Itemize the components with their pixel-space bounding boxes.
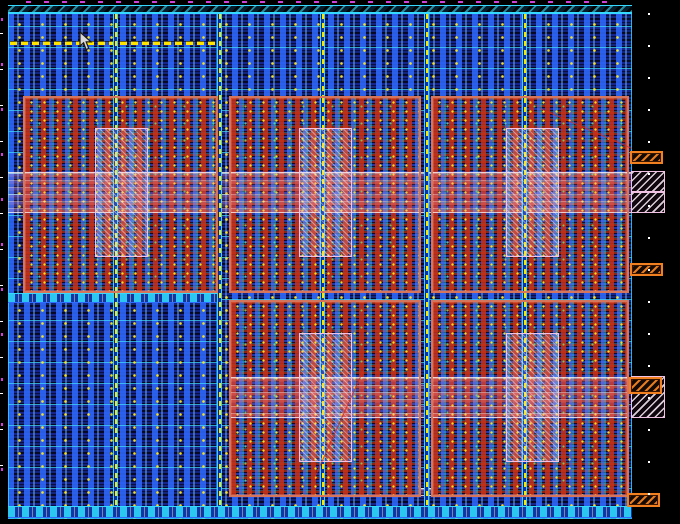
grid-dot xyxy=(648,269,650,271)
ruler-tick-top-magenta xyxy=(170,1,175,3)
pad-right-1[interactable] xyxy=(630,151,663,164)
macro-block-d[interactable] xyxy=(229,300,421,497)
ruler-tick-left-white xyxy=(0,465,3,466)
ruler-tick-left-magenta xyxy=(1,153,3,156)
overlay-cell[interactable] xyxy=(299,333,352,462)
ruler-tick-left-magenta xyxy=(1,378,3,381)
ruler-tick-top-magenta xyxy=(350,1,355,3)
ruler-tick-left-white xyxy=(0,393,3,394)
ruler-tick-left-magenta xyxy=(1,468,3,471)
grid-dot xyxy=(648,493,650,495)
ruler-tick-top-magenta xyxy=(242,1,247,3)
ruler-tick-left-white xyxy=(0,69,3,70)
ruler-tick-top-magenta xyxy=(548,1,553,3)
grid-dot xyxy=(648,77,650,79)
ruler-tick-top-magenta xyxy=(98,1,103,3)
ruler-tick-top-magenta xyxy=(278,1,283,3)
ruler-tick-top-magenta xyxy=(26,1,31,3)
ruler-tick-top-magenta xyxy=(80,1,85,3)
ruler-tick-left-white xyxy=(0,321,3,322)
pad-right-2b[interactable] xyxy=(631,192,665,213)
grid-dot xyxy=(648,429,650,431)
pad-right-3[interactable] xyxy=(630,263,663,276)
top-power-rail xyxy=(8,5,632,14)
grid-dot xyxy=(648,173,650,175)
bottom-power-rail xyxy=(8,506,632,518)
ruler-tick-left-magenta xyxy=(1,198,3,201)
macro-block-c[interactable] xyxy=(431,96,629,293)
ruler-tick-top-magenta xyxy=(62,1,67,3)
ruler-tick-top-magenta xyxy=(44,1,49,3)
layout-editor-canvas[interactable] xyxy=(0,0,680,524)
grid-dot xyxy=(648,205,650,207)
overlay-cell[interactable] xyxy=(95,128,148,257)
ruler-tick-top-magenta xyxy=(494,1,499,3)
ruler-tick-top-magenta xyxy=(476,1,481,3)
ruler-tick-top-magenta xyxy=(530,1,535,3)
ruler-tick-top-magenta xyxy=(134,1,139,3)
grid-dot xyxy=(648,461,650,463)
ruler-tick-left-white xyxy=(0,105,3,106)
ruler-tick-top-magenta xyxy=(368,1,373,3)
pad-right-5[interactable] xyxy=(627,493,660,507)
ruler-tick-left-white xyxy=(0,249,3,250)
ruler-tick-top-magenta xyxy=(404,1,409,3)
ruler-tick-top-magenta xyxy=(260,1,265,3)
ruler-tick-left-magenta xyxy=(1,63,3,66)
ruler-tick-left-white xyxy=(0,285,3,286)
ruler-tick-top-magenta xyxy=(512,1,517,3)
overlay-cell[interactable] xyxy=(506,128,559,257)
ruler-tick-top-magenta xyxy=(386,1,391,3)
chip-layout[interactable] xyxy=(8,5,632,519)
ruler-tick-top-magenta xyxy=(602,1,607,3)
ruler-tick-left-magenta xyxy=(1,108,3,111)
ruler-tick-top-magenta xyxy=(188,1,193,3)
ruler-tick-top-magenta xyxy=(440,1,445,3)
grid-dot xyxy=(648,45,650,47)
grid-dot xyxy=(648,109,650,111)
ruler-tick-left-white xyxy=(0,357,3,358)
ruler-tick-left-magenta xyxy=(1,243,3,246)
ruler-tick-top-magenta xyxy=(584,1,589,3)
ruler-tick-top-magenta xyxy=(152,1,157,3)
ruler-tick-top-magenta xyxy=(314,1,319,3)
grid-dot xyxy=(648,141,650,143)
macro-block-e[interactable] xyxy=(431,300,629,497)
ruler-tick-left-white xyxy=(0,33,3,34)
ruler-tick-left-magenta xyxy=(1,18,3,21)
ruler-tick-left-magenta xyxy=(1,288,3,291)
macro-block-b[interactable] xyxy=(229,96,421,293)
grid-dot xyxy=(648,237,650,239)
ruler-tick-left-white xyxy=(0,177,3,178)
ruler-tick-top-magenta xyxy=(566,1,571,3)
ruler-tick-top-magenta xyxy=(296,1,301,3)
ruler-tick-top-magenta xyxy=(422,1,427,3)
ruler-tick-top-magenta xyxy=(458,1,463,3)
grid-dot xyxy=(648,13,650,15)
overlay-cell[interactable] xyxy=(506,333,559,462)
ruler-tick-left-magenta xyxy=(1,423,3,426)
column-separator-rail[interactable] xyxy=(424,14,429,506)
ruler-tick-top-magenta xyxy=(206,1,211,3)
overlay-cell[interactable] xyxy=(299,128,352,257)
ruler-tick-left-white xyxy=(0,213,3,214)
grid-dot xyxy=(648,397,650,399)
grid-dot xyxy=(648,333,650,335)
grid-dot xyxy=(648,365,650,367)
ruler-tick-top-magenta xyxy=(116,1,121,3)
macro-block-a[interactable] xyxy=(23,96,218,293)
ruler-tick-left-white xyxy=(0,429,3,430)
ruler-tick-left-white xyxy=(0,141,3,142)
pad-right-4o[interactable] xyxy=(629,377,662,394)
ruler-tick-top-magenta xyxy=(332,1,337,3)
ruler-tick-top-magenta xyxy=(224,1,229,3)
ruler-tick-left-magenta xyxy=(1,333,3,336)
grid-dot xyxy=(648,301,650,303)
